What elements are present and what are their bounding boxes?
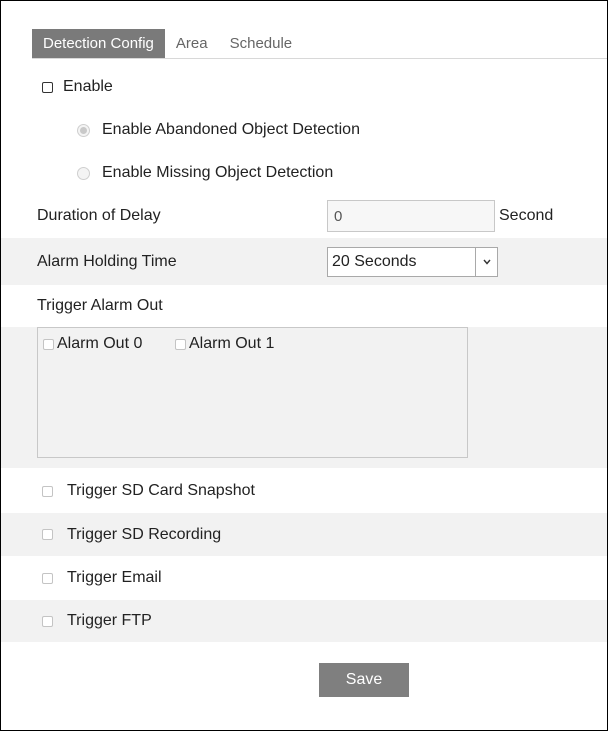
- abandoned-object-label: Enable Abandoned Object Detection: [102, 121, 360, 138]
- delay-input[interactable]: [327, 200, 495, 232]
- alarm-out-0-label: Alarm Out 0: [57, 335, 143, 352]
- radio-abandoned-row: Enable Abandoned Object Detection: [1, 116, 607, 144]
- radio-missing-group[interactable]: Enable Missing Object Detection: [77, 164, 333, 182]
- missing-object-label: Enable Missing Object Detection: [102, 164, 334, 181]
- radio-missing-row: Enable Missing Object Detection: [1, 159, 607, 187]
- tab-schedule[interactable]: Schedule: [219, 29, 304, 58]
- chevron-down-icon[interactable]: [475, 247, 497, 276]
- trigger-email-checkbox[interactable]: [42, 572, 53, 584]
- missing-object-radio[interactable]: [77, 166, 90, 180]
- trigger-sd-snapshot-checkbox[interactable]: [42, 485, 53, 497]
- tab-area[interactable]: Area: [165, 29, 219, 58]
- trigger-sd-recording-checkbox[interactable]: [42, 529, 53, 540]
- delay-unit: Second: [499, 207, 554, 224]
- holding-label: Alarm Holding Time: [37, 252, 177, 270]
- alarm-out-1-item[interactable]: Alarm Out 1: [175, 335, 274, 353]
- trigger-sd-recording-label: Trigger SD Recording: [67, 525, 222, 543]
- alarm-out-1-checkbox[interactable]: [175, 338, 186, 350]
- delay-label: Duration of Delay: [37, 207, 161, 224]
- trigger-alarm-label-row: Trigger Alarm Out: [1, 287, 607, 325]
- alarm-out-1-label: Alarm Out 1: [189, 335, 275, 352]
- trigger-alarm-label: Trigger Alarm Out: [37, 297, 163, 314]
- trigger-email-group[interactable]: Trigger Email: [42, 569, 162, 587]
- trigger-ftp-checkbox[interactable]: [42, 615, 53, 627]
- enable-label: Enable: [63, 78, 113, 95]
- enable-checkbox-group[interactable]: Enable: [42, 78, 113, 96]
- trigger-sd-recording-row: Trigger SD Recording: [1, 513, 607, 556]
- trigger-ftp-group[interactable]: Trigger FTP: [42, 612, 152, 630]
- trigger-sd-snapshot-group[interactable]: Trigger SD Card Snapshot: [42, 482, 255, 500]
- alarm-out-0-checkbox[interactable]: [43, 338, 54, 350]
- trigger-email-row: Trigger Email: [1, 558, 607, 598]
- enable-checkbox[interactable]: [42, 81, 53, 93]
- tab-divider: [32, 58, 607, 59]
- detection-config-panel: Detection Config Area Schedule Enable En…: [0, 0, 608, 731]
- tab-bar: Detection Config Area Schedule: [32, 29, 303, 58]
- trigger-sd-snapshot-label: Trigger SD Card Snapshot: [67, 482, 255, 499]
- holding-selected-value: 20 Seconds: [332, 252, 417, 270]
- trigger-ftp-label: Trigger FTP: [67, 612, 152, 629]
- enable-row: Enable: [1, 73, 607, 101]
- trigger-sd-snapshot-row: Trigger SD Card Snapshot: [1, 471, 607, 511]
- holding-row: Alarm Holding Time 20 Seconds: [1, 238, 607, 285]
- trigger-ftp-row: Trigger FTP: [1, 600, 607, 642]
- trigger-sd-recording-group[interactable]: Trigger SD Recording: [42, 526, 221, 544]
- radio-abandoned-group[interactable]: Enable Abandoned Object Detection: [77, 121, 360, 139]
- abandoned-object-radio[interactable]: [77, 123, 90, 137]
- save-button[interactable]: Save: [319, 663, 409, 697]
- trigger-email-label: Trigger Email: [67, 569, 162, 586]
- alarm-out-0-item[interactable]: Alarm Out 0: [43, 335, 142, 353]
- tab-detection-config[interactable]: Detection Config: [32, 29, 165, 58]
- delay-row: Duration of Delay Second: [1, 197, 607, 235]
- holding-select[interactable]: 20 Seconds: [327, 246, 498, 277]
- alarm-out-list: Alarm Out 0 Alarm Out 1: [37, 327, 468, 458]
